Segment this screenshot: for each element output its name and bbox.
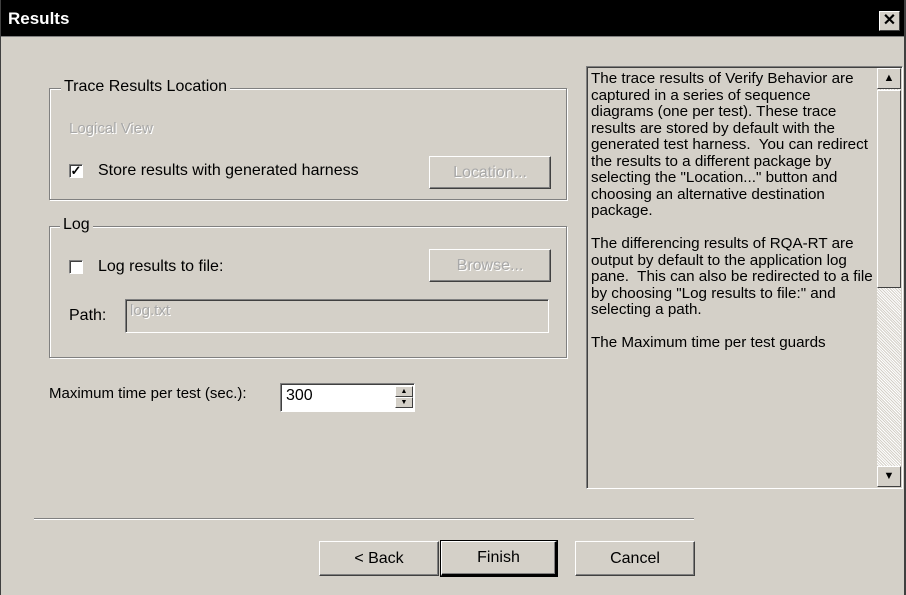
back-button[interactable]: < Back — [319, 541, 439, 576]
browse-button-label: Browse... — [456, 256, 524, 274]
location-button-label: Location... — [453, 163, 527, 181]
arrow-up-icon: ▲ — [883, 72, 895, 84]
scroll-up-button[interactable]: ▲ — [877, 68, 901, 89]
cancel-button-label: Cancel — [610, 549, 660, 567]
footer-separator — [34, 518, 694, 520]
logical-view-label: Logical View — [69, 120, 153, 137]
path-value: log.txt — [130, 302, 171, 319]
log-group — [49, 226, 567, 358]
arrow-down-icon: ▼ — [400, 399, 408, 406]
log-results-label[interactable]: Log results to file: — [98, 258, 223, 276]
spin-down-button[interactable]: ▼ — [395, 397, 413, 408]
help-scrollbar[interactable]: ▲ ▼ — [877, 68, 901, 487]
close-button[interactable]: ✕ — [879, 11, 900, 31]
results-dialog: Results ✕ Trace Results Location Logical… — [0, 0, 906, 595]
trace-results-group-label: Trace Results Location — [61, 78, 231, 96]
finish-button[interactable]: Finish — [440, 540, 558, 577]
cancel-button[interactable]: Cancel — [575, 541, 695, 576]
spin-up-button[interactable]: ▲ — [395, 386, 413, 397]
max-time-stepper[interactable]: 300 ▲ ▼ — [280, 383, 415, 412]
scroll-thumb[interactable] — [877, 90, 901, 288]
path-field[interactable]: log.txt — [125, 299, 549, 333]
window-title: Results — [8, 9, 70, 28]
help-text-box[interactable]: The trace results of Verify Behavior are… — [586, 66, 903, 489]
arrow-up-icon: ▲ — [400, 388, 408, 395]
store-results-label[interactable]: Store results with generated harness — [98, 162, 359, 180]
scroll-down-button[interactable]: ▼ — [877, 466, 901, 487]
title-bar: Results ✕ — [1, 0, 904, 37]
back-button-label: < Back — [354, 549, 404, 567]
finish-button-label: Finish — [477, 549, 520, 566]
arrow-down-icon: ▼ — [883, 470, 895, 482]
browse-button[interactable]: Browse... — [429, 249, 551, 282]
help-text: The trace results of Verify Behavior are… — [591, 70, 873, 351]
checkmark-icon: ✓ — [70, 163, 82, 178]
max-time-value[interactable]: 300 — [286, 387, 313, 405]
log-group-label: Log — [60, 216, 93, 234]
store-results-checkbox[interactable]: ✓ — [69, 164, 83, 178]
log-results-checkbox[interactable] — [69, 260, 83, 274]
max-time-label: Maximum time per test (sec.): — [49, 385, 247, 402]
path-label: Path: — [69, 307, 107, 324]
close-icon: ✕ — [882, 12, 897, 29]
location-button[interactable]: Location... — [429, 156, 551, 189]
